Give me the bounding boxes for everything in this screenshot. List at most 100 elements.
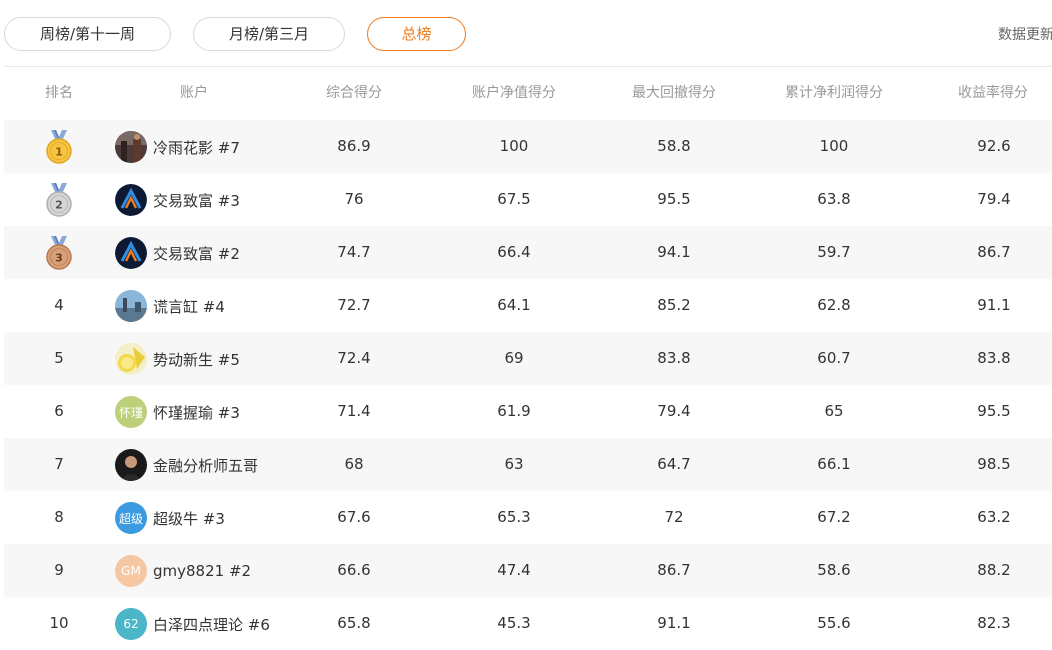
header-return-rate-score: 收益率得分 xyxy=(958,85,1028,101)
return-rate-score: 82.3 xyxy=(977,614,1011,632)
avatar-initials: GM xyxy=(121,564,141,578)
composite-score: 67.6 xyxy=(337,508,371,526)
table-row[interactable]: 6 怀瑾 怀瑾握瑜 #3 71.4 61.9 79.4 65 95.5 xyxy=(4,385,1052,438)
max-drawdown-score: 79.4 xyxy=(657,402,691,420)
max-drawdown-score: 95.5 xyxy=(657,190,691,208)
account-name-link[interactable]: gmy8821 #2 xyxy=(153,562,251,580)
net-value-score: 63 xyxy=(504,455,524,473)
medal-bronze-icon: 3 xyxy=(46,236,72,270)
avatar[interactable]: 超级 xyxy=(115,502,147,534)
rank-number: 7 xyxy=(54,455,64,473)
account-cell: GM gmy8821 #2 xyxy=(115,554,251,588)
return-rate-score: 86.7 xyxy=(977,243,1011,261)
max-drawdown-score: 83.8 xyxy=(657,349,691,367)
account-cell: 谎言缸 #4 xyxy=(115,289,225,323)
account-name-link[interactable]: 交易致富 #3 xyxy=(153,190,240,211)
account-cell: 金融分析师五哥 xyxy=(115,448,258,482)
rank-medal: 3 xyxy=(45,236,73,270)
table-row[interactable]: 1 冷雨花影 #7 86.9 100 58.8 100 92.6 xyxy=(4,120,1052,173)
header-max-drawdown-score: 最大回撤得分 xyxy=(632,85,716,101)
table-row[interactable]: 10 62 白泽四点理论 #6 65.8 45.3 91.1 55.6 82.3 xyxy=(4,597,1052,650)
avatar[interactable]: GM xyxy=(115,555,147,587)
avatar[interactable] xyxy=(115,290,147,322)
svg-text:1: 1 xyxy=(55,146,63,159)
max-drawdown-score: 86.7 xyxy=(657,561,691,579)
composite-score: 66.6 xyxy=(337,561,371,579)
avatar[interactable] xyxy=(115,343,147,375)
account-cell: 势动新生 #5 xyxy=(115,342,240,376)
header-composite-score: 综合得分 xyxy=(326,85,382,101)
table-row[interactable]: 3 交易致富 #2 74.7 66.4 94.1 59.7 86.7 xyxy=(4,226,1052,279)
account-name-link[interactable]: 交易致富 #2 xyxy=(153,243,240,264)
net-value-score: 66.4 xyxy=(497,243,531,261)
photo-dusk-icon xyxy=(115,131,147,163)
rank-number: 9 xyxy=(54,561,64,579)
table-row[interactable]: 8 超级 超级牛 #3 67.6 65.3 72 67.2 63.2 xyxy=(4,491,1052,544)
max-drawdown-score: 91.1 xyxy=(657,614,691,632)
rank-number: 8 xyxy=(54,508,64,526)
account-cell: 交易致富 #3 xyxy=(115,183,240,217)
table-row[interactable]: 7 金融分析师五哥 68 63 64.7 66.1 98.5 xyxy=(4,438,1052,491)
composite-score: 76 xyxy=(344,190,364,208)
account-name-link[interactable]: 怀瑾握瑜 #3 xyxy=(153,402,240,423)
avatar[interactable] xyxy=(115,449,147,481)
avatar[interactable]: 62 xyxy=(115,608,147,640)
net-value-score: 69 xyxy=(504,349,524,367)
account-name-link[interactable]: 势动新生 #5 xyxy=(153,349,240,370)
avatar[interactable]: 怀瑾 xyxy=(115,396,147,428)
avatar[interactable] xyxy=(115,184,147,216)
table-row[interactable]: 2 交易致富 #3 76 67.5 95.5 63.8 79.4 xyxy=(4,173,1052,226)
tab-monthly[interactable]: 月榜/第三月 xyxy=(193,17,345,51)
rank-number: 5 xyxy=(54,349,64,367)
net-profit-score: 67.2 xyxy=(817,508,851,526)
ranking-tabs: 周榜/第十一周 月榜/第三月 总榜 数据更新 xyxy=(0,0,1052,67)
header-net-profit-score: 累计净利润得分 xyxy=(785,85,883,101)
return-rate-score: 63.2 xyxy=(977,508,1011,526)
table-row[interactable]: 5 势动新生 #5 72.4 69 83.8 60.7 83.8 xyxy=(4,332,1052,385)
account-cell: 冷雨花影 #7 xyxy=(115,130,240,164)
net-value-score: 61.9 xyxy=(497,402,531,420)
return-rate-score: 79.4 xyxy=(977,190,1011,208)
avatar-initials: 62 xyxy=(123,617,139,631)
net-value-score: 65.3 xyxy=(497,508,531,526)
net-profit-score: 60.7 xyxy=(817,349,851,367)
account-cell: 超级 超级牛 #3 xyxy=(115,501,225,535)
tab-overall[interactable]: 总榜 xyxy=(367,17,466,51)
header-rank: 排名 xyxy=(45,85,73,101)
account-cell: 62 白泽四点理论 #6 xyxy=(115,607,270,641)
max-drawdown-score: 72 xyxy=(664,508,684,526)
svg-text:2: 2 xyxy=(55,199,63,212)
rank-medal: 1 xyxy=(45,130,73,164)
account-name-link[interactable]: 冷雨花影 #7 xyxy=(153,137,240,158)
account-name-link[interactable]: 金融分析师五哥 xyxy=(153,455,258,476)
logo-a-icon xyxy=(115,184,147,216)
net-value-score: 100 xyxy=(499,137,529,155)
net-value-score: 47.4 xyxy=(497,561,531,579)
medal-silver-icon: 2 xyxy=(46,183,72,217)
net-profit-score: 100 xyxy=(819,137,849,155)
return-rate-score: 91.1 xyxy=(977,296,1011,314)
net-profit-score: 62.8 xyxy=(817,296,851,314)
svg-text:3: 3 xyxy=(55,252,63,265)
composite-score: 68 xyxy=(344,455,364,473)
composite-score: 74.7 xyxy=(337,243,371,261)
header-net-value-score: 账户净值得分 xyxy=(472,85,556,101)
max-drawdown-score: 94.1 xyxy=(657,243,691,261)
account-name-link[interactable]: 超级牛 #3 xyxy=(153,508,225,529)
net-value-score: 64.1 xyxy=(497,296,531,314)
account-cell: 怀瑾 怀瑾握瑜 #3 xyxy=(115,395,240,429)
avatar[interactable] xyxy=(115,131,147,163)
account-cell: 交易致富 #2 xyxy=(115,236,240,270)
account-name-link[interactable]: 谎言缸 #4 xyxy=(153,296,225,317)
account-name-link[interactable]: 白泽四点理论 #6 xyxy=(153,614,270,635)
avatar[interactable] xyxy=(115,237,147,269)
net-profit-score: 65 xyxy=(824,402,844,420)
table-row[interactable]: 9 GM gmy8821 #2 66.6 47.4 86.7 58.6 88.2 xyxy=(4,544,1052,597)
ranking-table-body: 1 冷雨花影 #7 86.9 100 58.8 100 92.6 2 交易致富 #3 76 67.5… xyxy=(4,120,1052,650)
table-row[interactable]: 4 谎言缸 #4 72.7 64.1 85.2 62.8 91.1 xyxy=(4,279,1052,332)
return-rate-score: 83.8 xyxy=(977,349,1011,367)
tab-weekly[interactable]: 周榜/第十一周 xyxy=(4,17,171,51)
net-profit-score: 55.6 xyxy=(817,614,851,632)
update-time-text: 数据更新 xyxy=(998,27,1052,43)
rank-number: 4 xyxy=(54,296,64,314)
